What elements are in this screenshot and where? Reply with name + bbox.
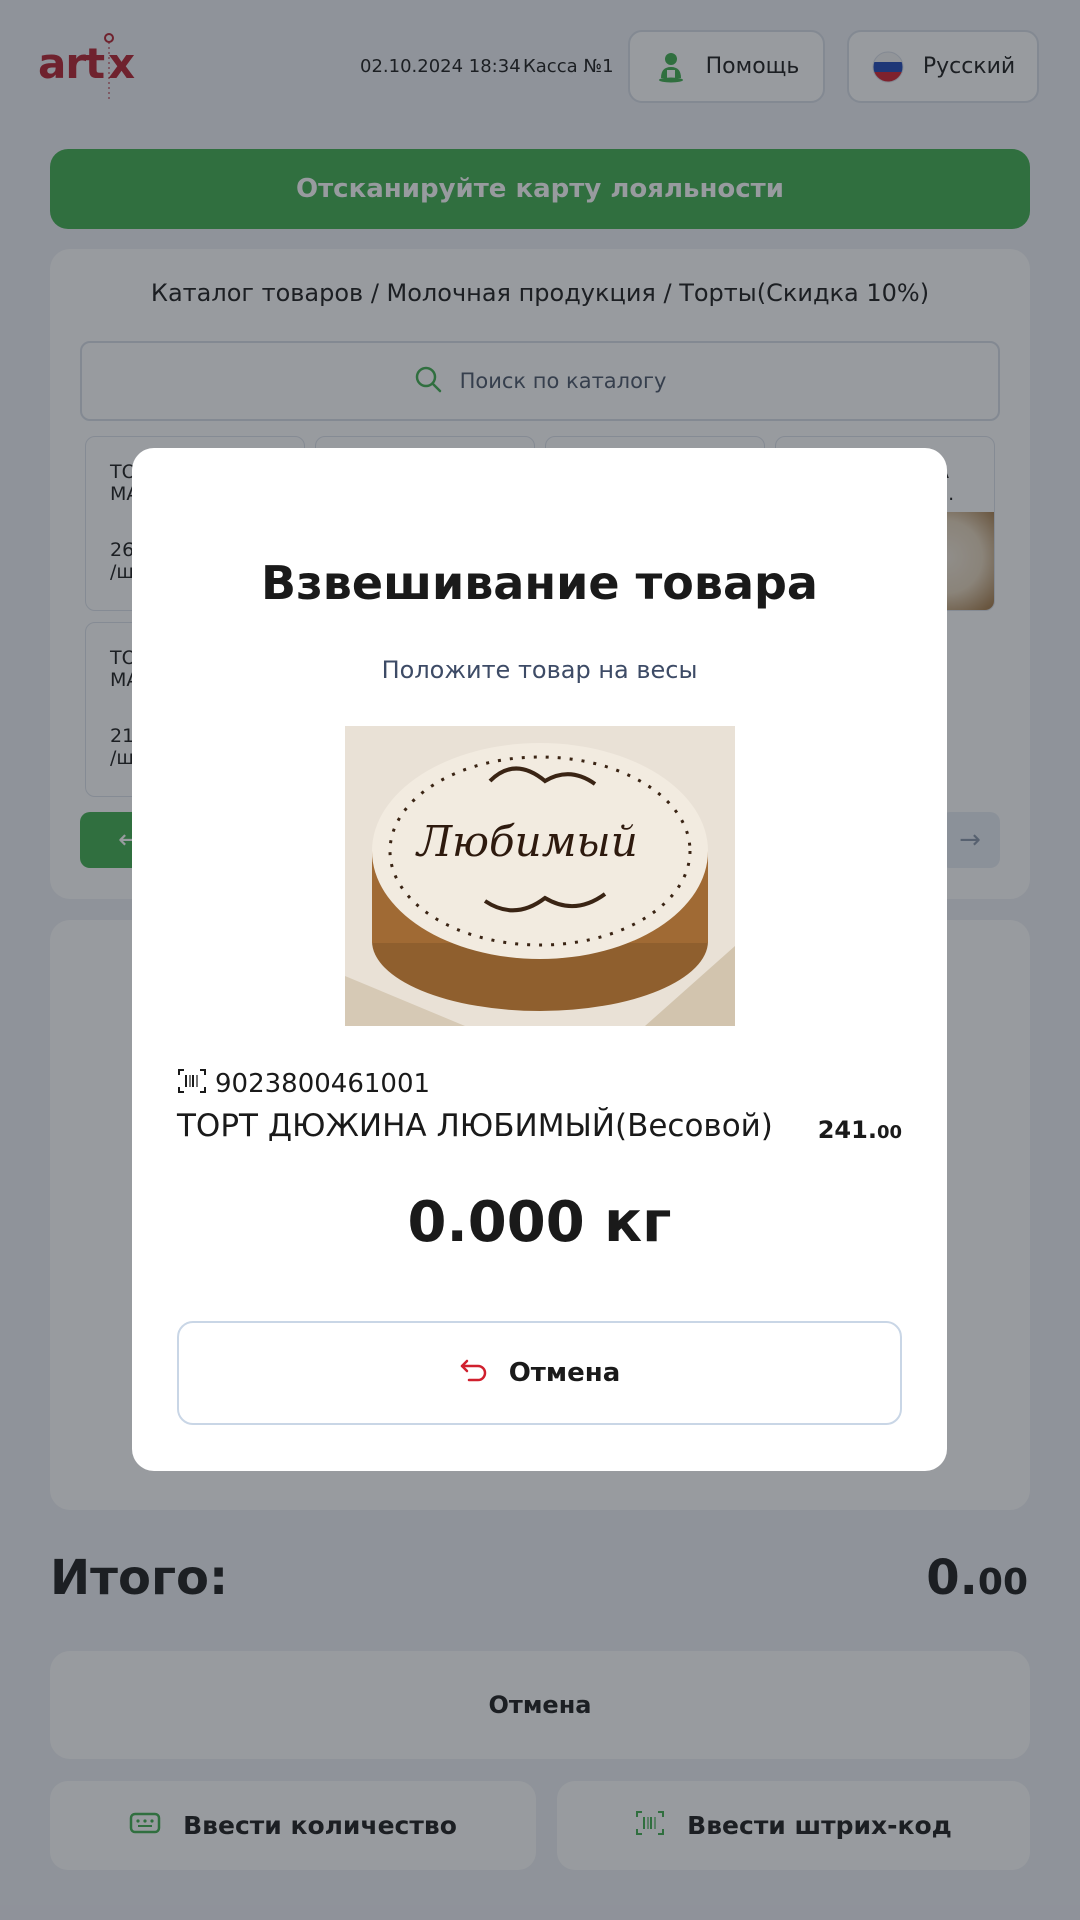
barcode-icon (177, 1068, 207, 1101)
product-image: Любимый (345, 726, 735, 1026)
weighing-dialog: Взвешивание товара Положите товар на вес… (132, 448, 947, 1471)
barcode-value: 9023800461001 (215, 1069, 431, 1099)
price-int: 241. (817, 1116, 877, 1144)
product-image-inscription: Любимый (415, 817, 638, 866)
product-barcode: 9023800461001 (177, 1068, 430, 1100)
dialog-title: Взвешивание товара (261, 556, 818, 610)
product-name: ТОРТ ДЮЖИНА ЛЮБИМЫЙ(Весовой) (177, 1108, 773, 1144)
weight-readout: 0.000 кг (407, 1190, 672, 1255)
dialog-cancel-button[interactable]: Отмена (177, 1321, 902, 1425)
price-dec: 00 (876, 1122, 902, 1143)
product-price: 241.00 (818, 1116, 902, 1144)
dialog-subtitle: Положите товар на весы (381, 656, 698, 684)
undo-arrow-icon (459, 1357, 489, 1390)
dialog-cancel-label: Отмена (508, 1358, 621, 1388)
